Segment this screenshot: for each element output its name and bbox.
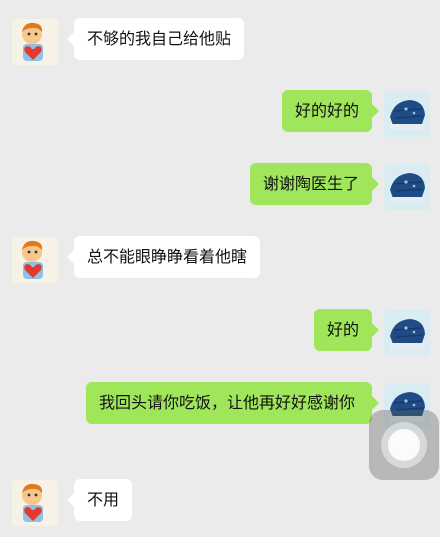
message-bubble-incoming[interactable]: 不用 [66,479,133,521]
my-avatar[interactable] [384,91,430,137]
message-bubble-incoming[interactable]: 不够的我自己给他贴 [66,18,245,60]
my-avatar[interactable] [384,310,430,356]
blue-cap-photo-icon [384,310,430,356]
blue-cap-photo-icon [384,91,430,137]
my-avatar[interactable] [384,164,430,210]
cartoon-boy-holding-heart-icon [12,237,58,283]
contact-avatar[interactable] [12,19,58,65]
contact-avatar[interactable] [12,237,58,283]
cartoon-boy-holding-heart-icon [12,19,58,65]
contact-avatar[interactable] [12,480,58,526]
message-bubble-incoming[interactable]: 总不能眼睁睁看着他瞎 [66,236,261,278]
blue-cap-photo-icon [384,164,430,210]
message-bubble-outgoing[interactable]: 我回头请你吃饭，让他再好好感谢你 [86,382,379,424]
cartoon-boy-holding-heart-icon [12,480,58,526]
assistive-touch-button[interactable] [369,410,439,480]
message-bubble-outgoing[interactable]: 好的好的 [281,90,380,132]
message-bubble-outgoing[interactable]: 好的 [313,309,380,351]
message-bubble-outgoing[interactable]: 谢谢陶医生了 [249,163,380,205]
